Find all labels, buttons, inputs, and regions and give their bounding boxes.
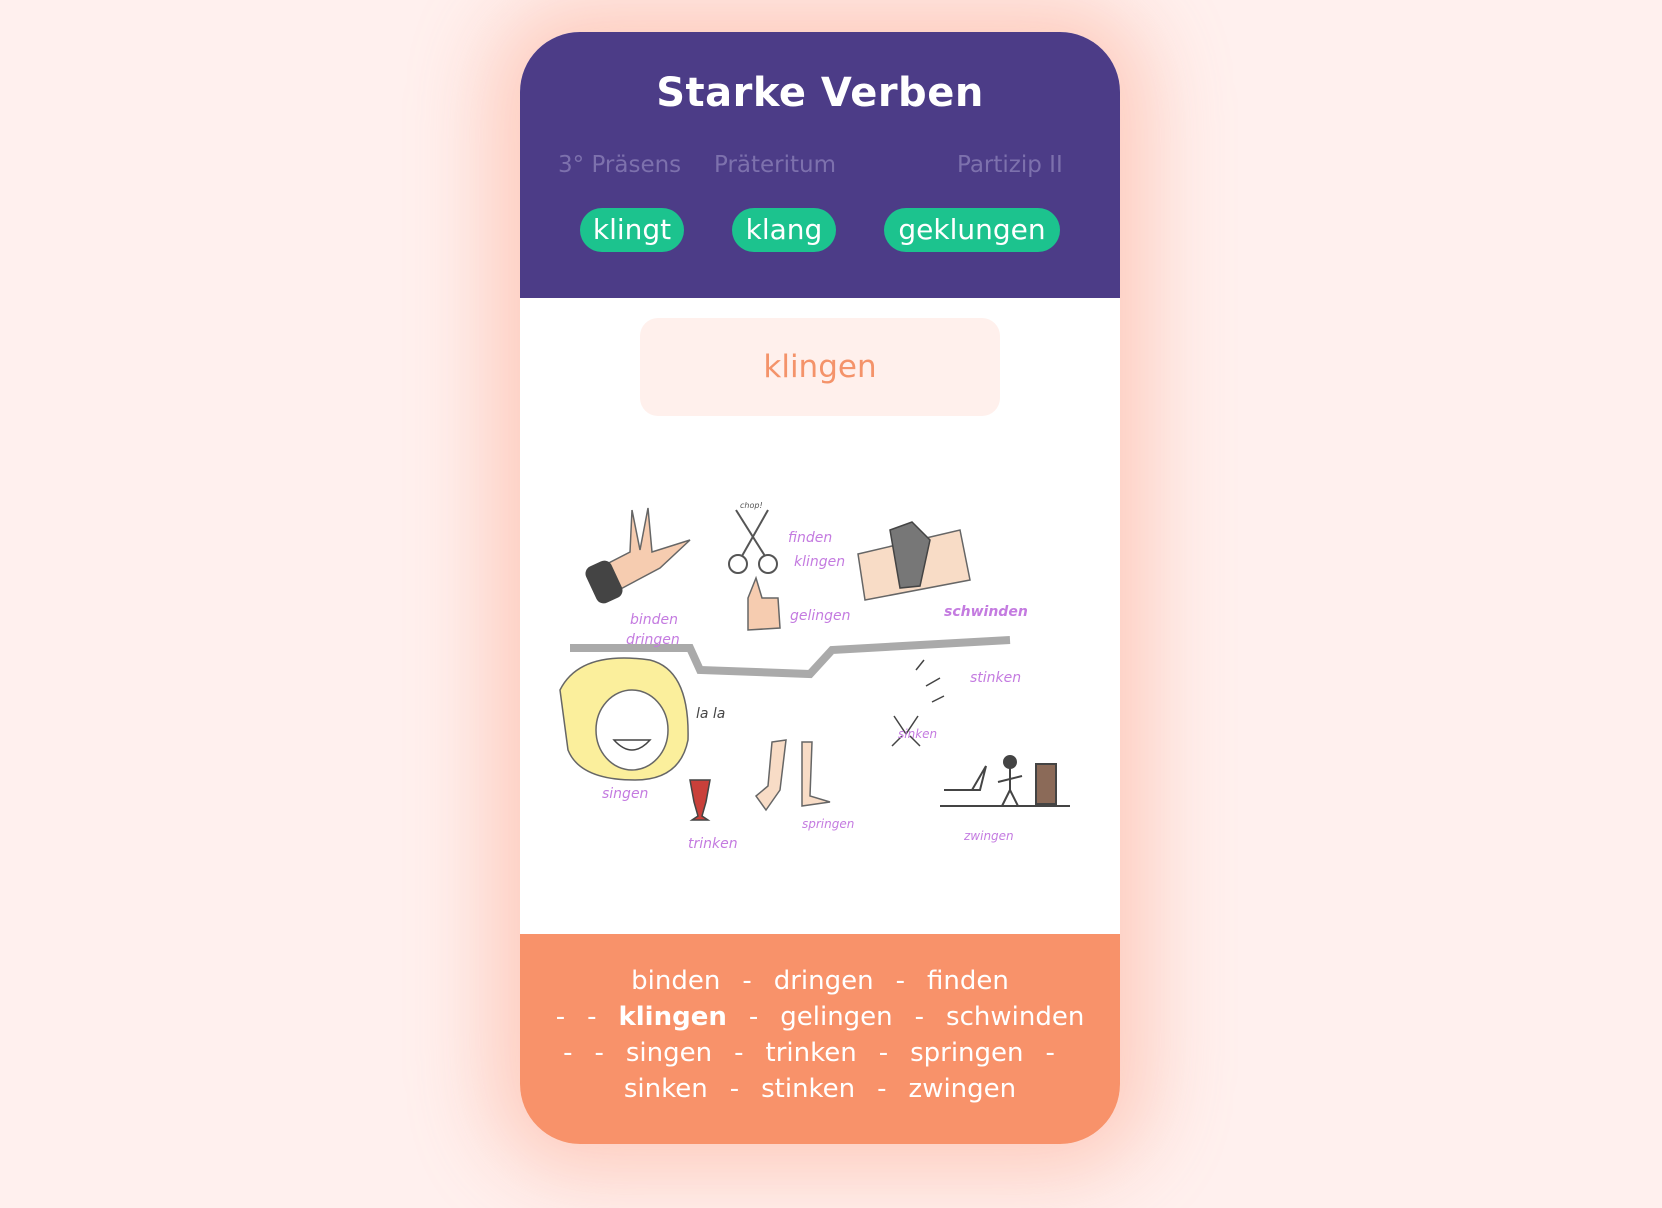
verb-separator: - [914,1002,925,1032]
verb-separator: - [878,1038,889,1068]
label-springen: springen [802,817,854,831]
label-singen: singen [602,786,648,802]
label-zwingen: zwingen [963,829,1014,843]
verb-separator: - [748,1002,759,1032]
verb-item-trinken[interactable]: trinken [766,1038,857,1068]
label-chop: chop! [740,501,763,510]
face-drawing [559,657,689,781]
page-title: Starke Verben [656,70,984,116]
verb-illustration: chop! binden dringen finden klingen geli… [559,501,1070,852]
verb-item-zwingen[interactable]: zwingen [909,1074,1017,1104]
verb-list-row: - - singen - trinken - springen - [520,1034,1120,1072]
verb-item-dringen[interactable]: dringen [774,966,874,996]
label-dringen: dringen [626,632,680,648]
scissors-drawing [728,509,778,574]
verb-item-finden[interactable]: finden [927,966,1009,996]
label-lala: la la [696,706,725,722]
verb-separator: - [895,966,905,996]
legs-drawing [754,739,831,812]
verb-separator: - [877,1074,887,1104]
verb-separator: - [729,1074,740,1104]
verb-list-row: sinken - stinken - zwingen [520,1070,1120,1108]
stick-figure-drawing [940,755,1070,807]
hand-drawing [585,507,691,604]
column-label-praesens: 3° Präsens [558,152,682,178]
label-sinken: sinken [898,727,937,741]
verb-item-springen[interactable]: springen [910,1038,1023,1068]
verb-list-row: - - klingen - gelingen - schwinden [520,998,1120,1036]
label-trinken: trinken [688,836,738,852]
verb-item-singen[interactable]: singen [626,1038,712,1068]
form-pill-praeteritum: klang [732,208,836,252]
verb-item-binden[interactable]: binden [631,966,720,996]
verb-separator: - [555,1002,566,1032]
label-schwinden: schwinden [944,604,1028,620]
verb-separator: - [734,1038,744,1068]
infinitive-box: klingen [640,318,1000,416]
verb-separator: - [1045,1038,1055,1068]
arm-drawing [857,521,971,601]
verb-separator: - [594,1038,604,1068]
verb-item-sinken[interactable]: sinken [624,1074,708,1104]
label-binden: binden [630,612,678,628]
label-klingen: klingen [794,554,845,570]
column-label-partizip: Partizip II [957,152,1063,178]
verb-item-gelingen[interactable]: gelingen [780,1002,892,1032]
verb-item-stinken[interactable]: stinken [761,1074,855,1104]
verb-list-row: binden - dringen - finden [520,962,1120,1000]
verb-list-footer: binden - dringen - finden - - klingen - gelingen -… [520,934,1120,1144]
column-label-praeteritum: Präteritum [714,152,837,178]
label-stinken: stinken [970,670,1021,686]
label-gelingen: gelingen [790,608,851,624]
form-pill-partizip: geklungen [884,208,1060,252]
verb-item-klingen[interactable]: klingen [618,1002,726,1032]
verb-card: Starke Verben 3° Präsens Präteritum Part… [520,32,1120,1144]
verb-item-schwinden[interactable]: schwinden [946,1002,1084,1032]
card-header: Starke Verben 3° Präsens Präteritum Part… [520,32,1120,298]
form-pill-praesens: klingt [580,208,684,252]
verb-separator: - [742,966,752,996]
label-finden: finden [788,530,832,546]
thumbs-up-drawing [747,575,781,631]
wine-glass-drawing [689,779,711,821]
verb-separator: - [587,1002,597,1032]
